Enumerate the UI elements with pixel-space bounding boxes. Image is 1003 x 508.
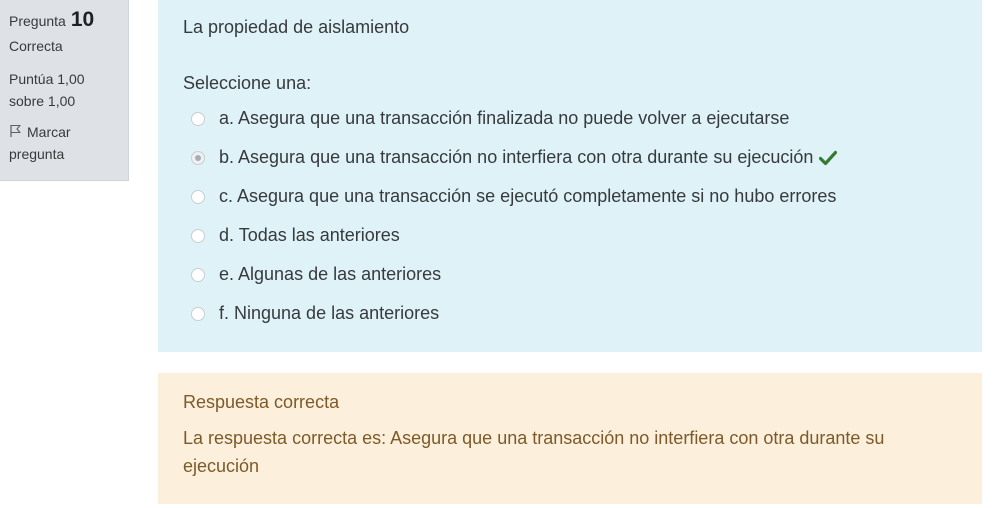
answer-option-f[interactable]: f. Ninguna de las anteriores <box>183 294 957 333</box>
answer-label-c: c. Asegura que una transacción se ejecut… <box>219 186 837 206</box>
question-formulation: La propiedad de aislamiento Seleccione u… <box>158 0 982 352</box>
question-number: Pregunta 10 <box>9 6 119 35</box>
answer-label-b: b. Asegura que una transacción no interf… <box>219 147 814 167</box>
question-grade: Puntúa 1,00 sobre 1,00 <box>9 68 119 112</box>
answer-radio-c[interactable] <box>191 189 205 204</box>
answer-radio-d[interactable] <box>191 228 205 243</box>
answer-option-c[interactable]: c. Asegura que una transacción se ejecut… <box>183 177 957 216</box>
answer-options: a. Asegura que una transacción finalizad… <box>183 99 957 333</box>
flag-label-line-1: Marcar <box>27 124 71 140</box>
answer-radio-e[interactable] <box>191 267 205 282</box>
question-text: La propiedad de aislamiento <box>183 17 410 37</box>
question-info-panel: Pregunta 10 Correcta Puntúa 1,00 sobre 1… <box>0 0 129 181</box>
answer-radio-f[interactable] <box>191 306 205 321</box>
question-number-value: 10 <box>70 8 95 31</box>
answer-label-f: f. Ninguna de las anteriores <box>219 303 440 323</box>
answer-option-e[interactable]: e. Algunas de las anteriores <box>183 255 957 294</box>
answer-option-d[interactable]: d. Todas las anteriores <box>183 216 957 255</box>
right-answer-text: La respuesta correcta es: Asegura que un… <box>183 428 885 476</box>
answer-option-a[interactable]: a. Asegura que una transacción finalizad… <box>183 99 957 138</box>
check-icon <box>819 150 838 166</box>
flag-label-line-2: pregunta <box>9 146 65 162</box>
feedback-title: Respuesta correcta <box>183 392 340 412</box>
feedback-panel: Respuesta correcta La respuesta correcta… <box>158 373 982 504</box>
flag-icon <box>9 122 23 137</box>
answer-label-d: d. Todas las anteriores <box>219 225 400 245</box>
grade-line-1: Puntúa 1,00 <box>9 71 85 87</box>
answer-label-a: a. Asegura que una transacción finalizad… <box>219 108 790 128</box>
question-number-label: Pregunta <box>9 13 66 29</box>
question-state: Correcta <box>9 38 63 54</box>
answer-option-b[interactable]: b. Asegura que una transacción no interf… <box>183 138 957 177</box>
answer-radio-a[interactable] <box>191 111 205 126</box>
answer-label-e: e. Algunas de las anteriores <box>219 264 442 284</box>
answer-radio-b[interactable] <box>191 150 205 165</box>
flag-question-button[interactable]: Marcar pregunta <box>9 121 119 165</box>
grade-line-2: sobre 1,00 <box>9 93 76 109</box>
answer-prompt: Seleccione una: <box>183 73 312 93</box>
